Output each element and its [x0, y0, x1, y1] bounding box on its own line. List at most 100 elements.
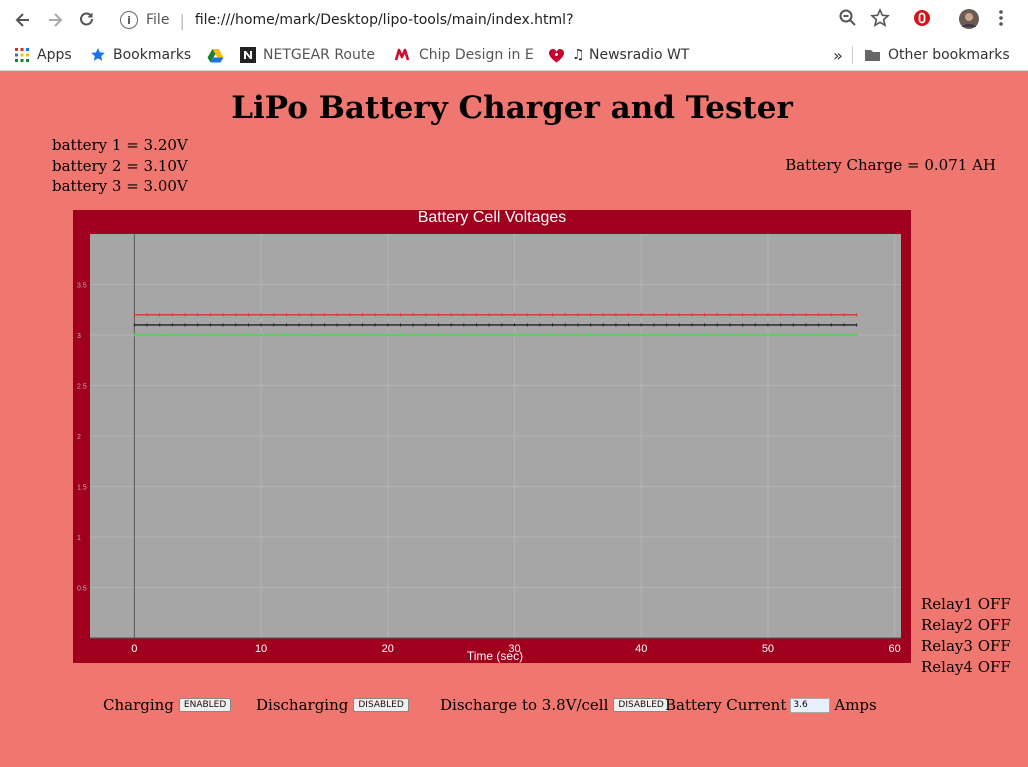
data-point: [552, 333, 554, 337]
data-point: [247, 323, 249, 327]
data-point: [666, 313, 668, 317]
data-point: [514, 333, 516, 337]
data-point: [729, 313, 731, 317]
data-point: [653, 333, 655, 337]
data-point: [526, 333, 528, 337]
discharge-to-toggle-button[interactable]: DISABLED: [613, 698, 669, 712]
data-point: [577, 323, 579, 327]
back-arrow-icon[interactable]: [11, 8, 35, 32]
bookmarks-overflow-chevron[interactable]: »: [833, 45, 843, 65]
data-point: [590, 313, 592, 317]
data-point: [805, 323, 807, 327]
data-point: [260, 313, 262, 317]
bookmark-netgear[interactable]: NETGEAR Route: [240, 45, 375, 65]
browser-toolbar: i File | file:///home/mark/Desktop/lipo-…: [0, 0, 1028, 40]
y-tick-label: 2: [77, 434, 81, 441]
data-point: [475, 313, 477, 317]
data-point: [539, 313, 541, 317]
data-point: [552, 323, 554, 327]
data-point: [514, 313, 516, 317]
info-icon[interactable]: i: [120, 11, 138, 29]
data-point: [146, 333, 148, 337]
data-point: [501, 313, 503, 317]
data-point: [628, 313, 630, 317]
data-point: [526, 313, 528, 317]
data-point: [437, 313, 439, 317]
forward-arrow-icon[interactable]: [43, 8, 67, 32]
netgear-icon: [240, 47, 256, 63]
data-point: [856, 333, 858, 337]
drive-icon: [207, 48, 224, 63]
bookmark-other[interactable]: Other bookmarks: [864, 45, 1010, 65]
battery-current-unit: Amps: [834, 696, 877, 714]
data-point: [501, 323, 503, 327]
data-point: [678, 323, 680, 327]
zoom-icon[interactable]: [838, 8, 858, 32]
y-tick-label: 0.5: [77, 586, 87, 593]
data-point: [450, 333, 452, 337]
data-point: [412, 333, 414, 337]
x-tick-label: 50: [762, 643, 774, 655]
data-point: [691, 323, 693, 327]
bookmark-chip-design[interactable]: Chip Design in E: [394, 45, 534, 65]
data-point: [830, 323, 832, 327]
address-bar[interactable]: i File | file:///home/mark/Desktop/lipo-…: [112, 6, 892, 34]
x-axis-label: Time (sec): [467, 649, 523, 663]
discharging-toggle-button[interactable]: DISABLED: [353, 698, 409, 712]
battery-current-input[interactable]: [790, 697, 831, 713]
data-point: [222, 333, 224, 337]
data-point: [387, 333, 389, 337]
data-point: [678, 313, 680, 317]
data-point: [399, 333, 401, 337]
bookmark-bookmarks[interactable]: Bookmarks: [90, 45, 191, 65]
data-point: [298, 323, 300, 327]
relay-3-status: Relay3 OFF: [921, 637, 1011, 655]
data-point: [843, 333, 845, 337]
bookmark-apps[interactable]: Apps: [14, 45, 72, 65]
apps-grid-icon: [14, 47, 30, 63]
data-point: [767, 313, 769, 317]
data-point: [336, 323, 338, 327]
data-point: [729, 323, 731, 327]
url-text[interactable]: file:///home/mark/Desktop/lipo-tools/mai…: [195, 12, 574, 28]
data-point: [399, 313, 401, 317]
charging-toggle-button[interactable]: ENABLED: [178, 698, 232, 712]
data-point: [323, 333, 325, 337]
discharge-to-label: Discharge to 3.8V/cell: [440, 696, 609, 714]
data-point: [830, 313, 832, 317]
data-point: [235, 323, 237, 327]
data-point: [716, 333, 718, 337]
reload-icon[interactable]: [75, 8, 99, 32]
discharge-to-control: Discharge to 3.8V/cell DISABLED: [440, 696, 669, 714]
discharging-label: Discharging: [256, 696, 349, 714]
voltage-chart: Battery Cell Voltages 0 10 20 30 40 50 60 0.5 1…: [73, 210, 911, 663]
data-point: [235, 313, 237, 317]
data-point: [805, 333, 807, 337]
data-point: [615, 323, 617, 327]
bookmark-drive[interactable]: [207, 45, 231, 65]
data-point: [475, 333, 477, 337]
data-point: [691, 333, 693, 337]
data-point: [323, 313, 325, 317]
data-point: [780, 333, 782, 337]
folder-icon: [864, 48, 881, 62]
data-point: [146, 323, 148, 327]
menu-kebab-icon[interactable]: [994, 8, 1008, 32]
data-point: [273, 333, 275, 337]
profile-avatar-icon[interactable]: [958, 8, 980, 34]
data-point: [311, 313, 313, 317]
relay-1-status: Relay1 OFF: [921, 595, 1011, 613]
data-point: [374, 333, 376, 337]
data-point: [361, 313, 363, 317]
data-point: [298, 313, 300, 317]
extension-icon[interactable]: [912, 8, 932, 32]
data-point: [133, 333, 135, 337]
data-point: [133, 323, 135, 327]
data-point: [171, 323, 173, 327]
bookmark-newsradio[interactable]: ♫ Newsradio WT: [548, 45, 689, 65]
data-point: [590, 323, 592, 327]
data-point: [361, 333, 363, 337]
star-bookmark-icon[interactable]: [870, 8, 890, 32]
x-tick-label: 0: [131, 643, 137, 655]
data-point: [171, 313, 173, 317]
